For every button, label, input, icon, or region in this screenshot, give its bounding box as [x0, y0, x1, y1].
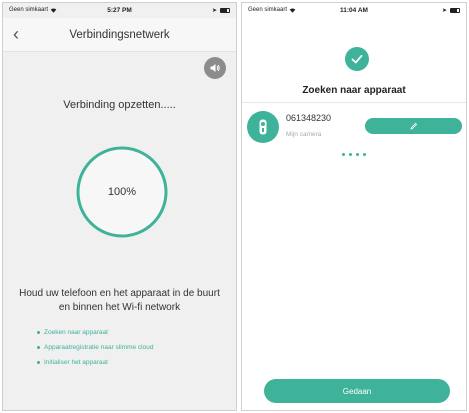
pager-dot: [349, 153, 352, 156]
success-badge: [345, 47, 369, 71]
progress-ring: 100%: [75, 145, 169, 239]
camera-icon: [259, 119, 267, 135]
page-title: Zoeken naar apparaat: [302, 85, 406, 96]
step-label: Apparaatregistratie naar slimme cloud: [44, 344, 154, 351]
step-bullet-icon: [37, 331, 40, 334]
progress-percentage: 100%: [107, 186, 137, 198]
chevron-left-icon[interactable]: ‹: [13, 25, 19, 43]
instruction-text: Houd uw telefoon en het apparaat in de b…: [19, 288, 220, 313]
status-bar: Geen simkaart 5:27 PM ➤: [3, 3, 236, 17]
status-time: 11:04 AM: [340, 6, 368, 14]
step-label: Zoeken naar apparaat: [44, 329, 108, 336]
step-label: Initialiser het apparaat: [44, 359, 108, 366]
screenshot-stage: Geen simkaart 5:27 PM ➤ ‹ Verbindingsnet…: [0, 0, 469, 413]
device-name: Mijn camera: [286, 131, 322, 138]
done-button[interactable]: Gedaan: [264, 379, 450, 403]
sound-toggle-button[interactable]: [204, 57, 226, 79]
step-item: Initialiser het apparaat: [37, 355, 153, 370]
status-bar: Geen simkaart 11:04 AM ➤: [242, 3, 466, 17]
check-icon: [351, 54, 363, 64]
device-list-item[interactable]: 061348230 Mijn camera: [242, 107, 466, 147]
device-id: 061348230: [286, 113, 332, 123]
battery-icon: [220, 7, 230, 13]
battery-icon: [450, 7, 460, 13]
pager-dot: [342, 153, 345, 156]
pager-dots: [242, 153, 466, 156]
device-avatar: [247, 111, 279, 143]
speaker-icon: [210, 64, 220, 72]
step-item: Apparaatregistratie naar slimme cloud: [37, 340, 153, 355]
pencil-icon: [409, 122, 417, 130]
divider: [242, 102, 466, 103]
step-bullet-icon: [37, 346, 40, 349]
device-found-screen: Geen simkaart 11:04 AM ➤ Zoeken naar app…: [241, 2, 467, 411]
pager-dot: [363, 153, 366, 156]
step-item: Zoeken naar apparaat: [37, 325, 153, 340]
edit-device-button[interactable]: [365, 118, 462, 134]
page-title: Verbindingsnetwerk: [69, 28, 170, 41]
navigation-bar: ‹ Verbindingsnetwerk: [3, 18, 236, 52]
connecting-status-text: Verbinding opzetten.....: [63, 99, 176, 111]
pager-dot: [356, 153, 359, 156]
connecting-screen: Geen simkaart 5:27 PM ➤ ‹ Verbindingsnet…: [2, 2, 237, 411]
step-bullet-icon: [37, 361, 40, 364]
progress-steps-list: Zoeken naar apparaat Apparaatregistratie…: [37, 325, 153, 370]
status-time: 5:27 PM: [107, 6, 132, 14]
